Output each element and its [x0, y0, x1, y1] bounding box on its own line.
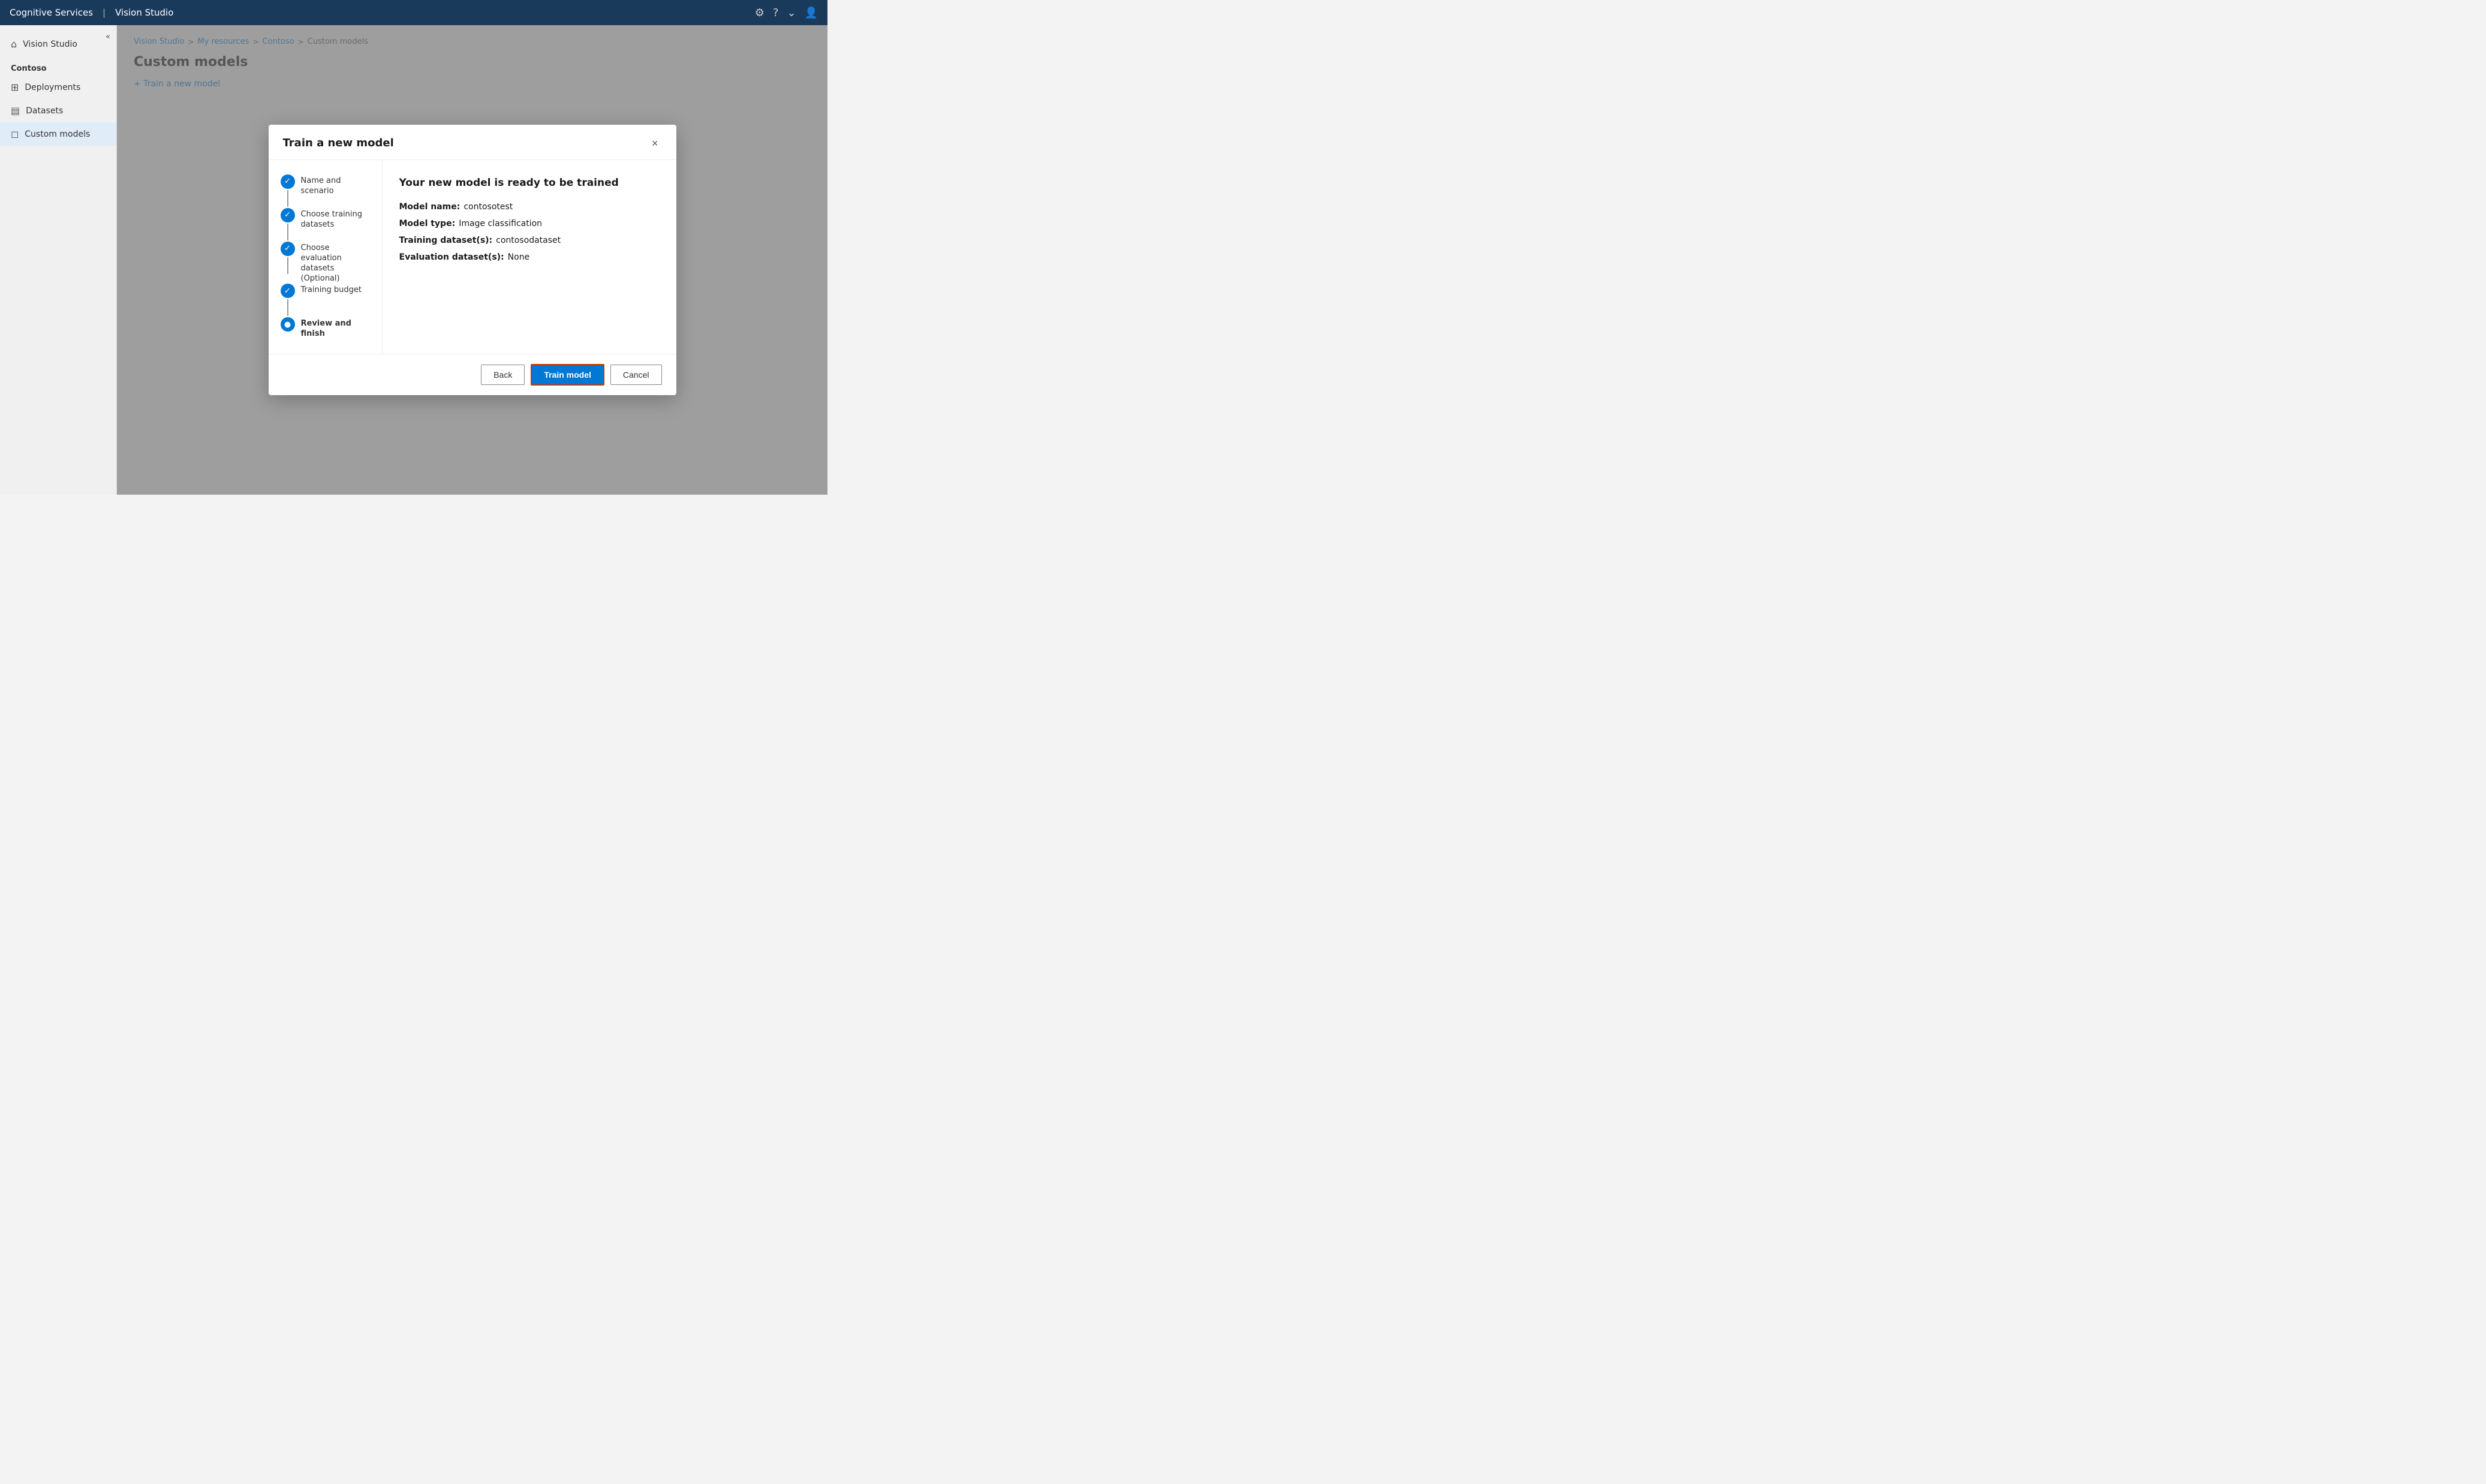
help-icon[interactable]: ?	[773, 7, 779, 19]
product-label: Vision Studio	[115, 7, 173, 18]
training-datasets-label: Training dataset(s):	[399, 236, 493, 245]
sidebar-item-label: Datasets	[26, 106, 63, 116]
wizard-step-5-left: ●	[281, 317, 295, 332]
sidebar-item-label: Custom models	[25, 130, 90, 139]
content-panel-title: Your new model is ready to be trained	[399, 177, 660, 189]
modal-close-button[interactable]: ×	[648, 137, 662, 150]
model-name-value: contosotest	[464, 202, 513, 212]
custom-models-icon: ◻	[11, 128, 19, 140]
eval-datasets-label: Evaluation dataset(s):	[399, 252, 504, 262]
datasets-icon: ▤	[11, 105, 20, 116]
sidebar-collapse-button[interactable]: «	[106, 32, 110, 41]
model-type-label: Model type:	[399, 219, 456, 228]
topbar-left: Cognitive Services | Vision Studio	[10, 7, 173, 18]
wizard-step-4-circle: ✓	[281, 284, 295, 298]
wizard-step-training-datasets: ✓ Choose training datasets	[281, 208, 370, 242]
train-model-modal: Train a new model × ✓ Name and scen	[269, 125, 676, 395]
wizard-step-2-label: Choose training datasets	[301, 208, 370, 230]
wizard-step-eval-datasets: ✓ Choose evaluation datasets (Optional)	[281, 242, 370, 284]
wizard-step-3-line	[287, 257, 288, 274]
training-datasets-value: contosodataset	[496, 236, 561, 245]
wizard-step-2-line	[287, 224, 288, 240]
model-name-label: Model name:	[399, 202, 461, 212]
sidebar-item-label: Vision Studio	[23, 40, 77, 49]
wizard-step-name-scenario: ✓ Name and scenario	[281, 174, 370, 208]
info-row-model-name: Model name: contosotest	[399, 202, 660, 212]
topbar: Cognitive Services | Vision Studio ⚙ ? ⌄…	[0, 0, 827, 25]
back-button[interactable]: Back	[481, 365, 525, 385]
info-row-eval-datasets: Evaluation dataset(s): None	[399, 252, 660, 262]
wizard-step-3-circle: ✓	[281, 242, 295, 256]
wizard-step-3-label: Choose evaluation datasets (Optional)	[301, 242, 370, 284]
modal-body: ✓ Name and scenario ✓ Choose training	[269, 160, 676, 354]
modal-title: Train a new model	[283, 137, 394, 149]
modal-content-panel: Your new model is ready to be trained Mo…	[383, 160, 676, 354]
wizard-step-2-left: ✓	[281, 208, 295, 242]
sidebar: « ⌂ Vision Studio Contoso ⊞ Deployments …	[0, 25, 117, 495]
wizard-step-4-left: ✓	[281, 284, 295, 317]
wizard-step-1-circle: ✓	[281, 174, 295, 189]
wizard-step-4-label: Training budget	[301, 284, 362, 296]
info-row-training-datasets: Training dataset(s): contosodataset	[399, 236, 660, 245]
account-icon[interactable]: 👤	[805, 7, 818, 19]
sidebar-item-deployments[interactable]: ⊞ Deployments	[0, 76, 116, 99]
wizard-step-training-budget: ✓ Training budget	[281, 284, 370, 317]
wizard-step-3-left: ✓	[281, 242, 295, 275]
deployments-icon: ⊞	[11, 82, 19, 93]
main-layout: « ⌂ Vision Studio Contoso ⊞ Deployments …	[0, 25, 827, 495]
modal-footer: Back Train model Cancel	[269, 354, 676, 395]
model-type-value: Image classification	[459, 219, 542, 228]
wizard-step-4-line	[287, 299, 288, 316]
content-area: Vision Studio > My resources > Contoso >…	[117, 25, 827, 495]
wizard-step-1-line	[287, 190, 288, 207]
info-row-model-type: Model type: Image classification	[399, 219, 660, 228]
wizard-step-5-label: Review and finish	[301, 317, 370, 339]
eval-datasets-value: None	[508, 252, 530, 262]
sidebar-item-custom-models[interactable]: ◻ Custom models	[0, 122, 116, 146]
sidebar-item-vision-studio[interactable]: ⌂ Vision Studio	[0, 32, 116, 56]
topbar-divider: |	[103, 7, 106, 18]
wizard-step-2-circle: ✓	[281, 208, 295, 222]
brand-label: Cognitive Services	[10, 7, 93, 18]
modal-header: Train a new model ×	[269, 125, 676, 160]
home-icon: ⌂	[11, 38, 17, 50]
sidebar-item-label: Deployments	[25, 83, 80, 92]
wizard-steps: ✓ Name and scenario ✓ Choose training	[269, 160, 383, 354]
cancel-button[interactable]: Cancel	[610, 365, 662, 385]
wizard-step-review-finish: ● Review and finish	[281, 317, 370, 339]
wizard-step-1-left: ✓	[281, 174, 295, 208]
train-model-button[interactable]: Train model	[531, 364, 604, 386]
dropdown-icon[interactable]: ⌄	[787, 7, 796, 19]
sidebar-item-datasets[interactable]: ▤ Datasets	[0, 99, 116, 122]
modal-overlay: Train a new model × ✓ Name and scen	[117, 25, 827, 495]
settings-icon[interactable]: ⚙	[755, 7, 765, 19]
sidebar-section-contoso: Contoso	[0, 56, 116, 76]
wizard-step-5-circle: ●	[281, 317, 295, 332]
topbar-right: ⚙ ? ⌄ 👤	[755, 7, 818, 19]
wizard-step-1-label: Name and scenario	[301, 174, 370, 197]
